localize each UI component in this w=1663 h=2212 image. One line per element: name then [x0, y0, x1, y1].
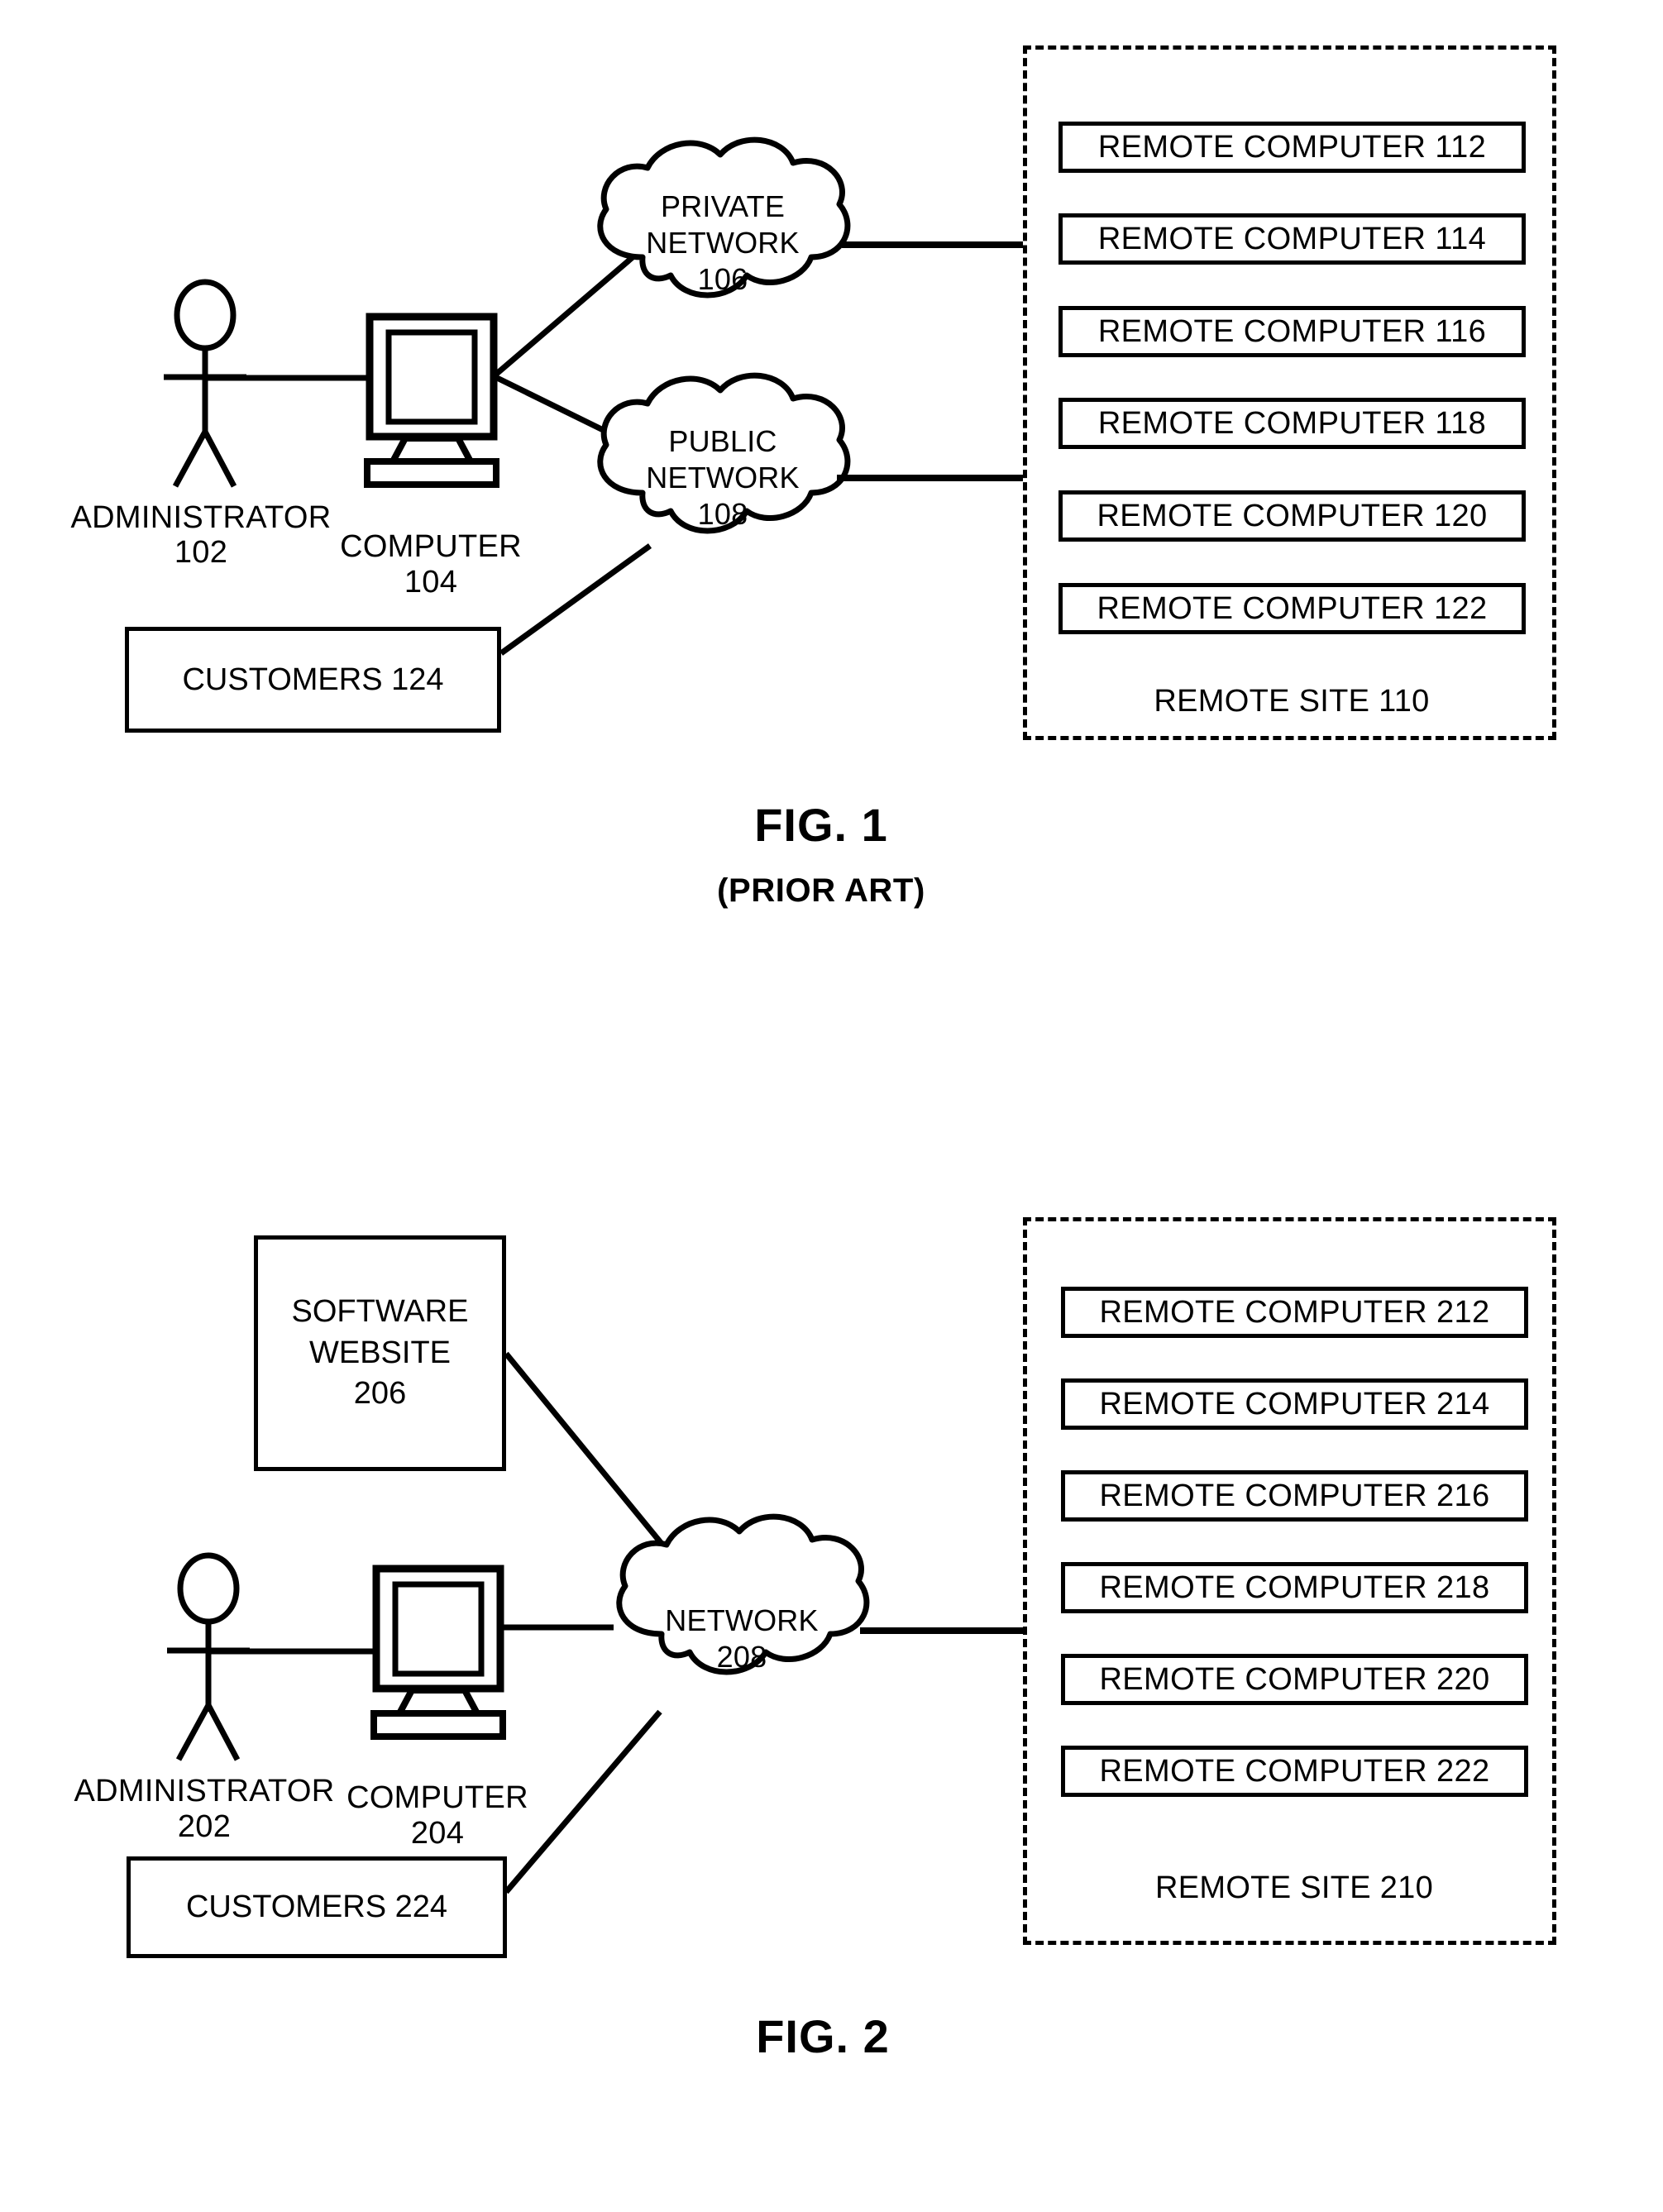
fig2-website-line2: WEBSITE — [308, 1335, 452, 1370]
fig2-website-line1: SOFTWARE — [291, 1294, 469, 1330]
fig2-computer-label: COMPUTER — [346, 1780, 528, 1815]
fig2-customers-box[interactable]: CUSTOMERS 224 — [127, 1856, 507, 1958]
fig2-remote-computer-5[interactable]: REMOTE COMPUTER 222 — [1061, 1746, 1528, 1797]
remote-computer-label: REMOTE COMPUTER 212 — [1099, 1294, 1490, 1330]
fig2-remote-computer-1[interactable]: REMOTE COMPUTER 214 — [1061, 1378, 1528, 1430]
fig2-remote-computer-0[interactable]: REMOTE COMPUTER 212 — [1061, 1287, 1528, 1338]
fig2-administrator-number: 202 — [177, 1809, 232, 1844]
remote-computer-label: REMOTE COMPUTER 218 — [1099, 1569, 1490, 1605]
fig2-remote-computer-4[interactable]: REMOTE COMPUTER 220 — [1061, 1654, 1528, 1705]
fig2-computer-number: 204 — [410, 1816, 465, 1851]
fig2-remote-computer-2[interactable]: REMOTE COMPUTER 216 — [1061, 1470, 1528, 1522]
fig2-software-website-box[interactable]: SOFTWARE WEBSITE 206 — [254, 1235, 506, 1471]
fig2-administrator-label: ADMINISTRATOR — [74, 1774, 335, 1808]
fig2-caption: FIG. 2 — [756, 2010, 890, 2062]
fig2-network-number: 208 — [716, 1640, 767, 1674]
remote-computer-label: REMOTE COMPUTER 214 — [1099, 1386, 1490, 1421]
fig2-network-line1: NETWORK — [665, 1603, 819, 1637]
fig2-website-number: 206 — [353, 1376, 407, 1412]
patent-drawing-page: REMOTE COMPUTER 112 REMOTE COMPUTER 114 … — [0, 0, 1663, 2212]
remote-computer-label: REMOTE COMPUTER 222 — [1099, 1753, 1490, 1789]
fig2-remote-computer-3[interactable]: REMOTE COMPUTER 218 — [1061, 1562, 1528, 1613]
remote-computer-label: REMOTE COMPUTER 216 — [1099, 1478, 1490, 1513]
remote-computer-label: REMOTE COMPUTER 220 — [1099, 1661, 1490, 1697]
figure-2: REMOTE COMPUTER 212 REMOTE COMPUTER 214 … — [0, 0, 1663, 2212]
fig2-remote-site-label: REMOTE SITE 210 — [1154, 1870, 1434, 1905]
fig2-customers-label: CUSTOMERS 224 — [185, 1890, 448, 1925]
